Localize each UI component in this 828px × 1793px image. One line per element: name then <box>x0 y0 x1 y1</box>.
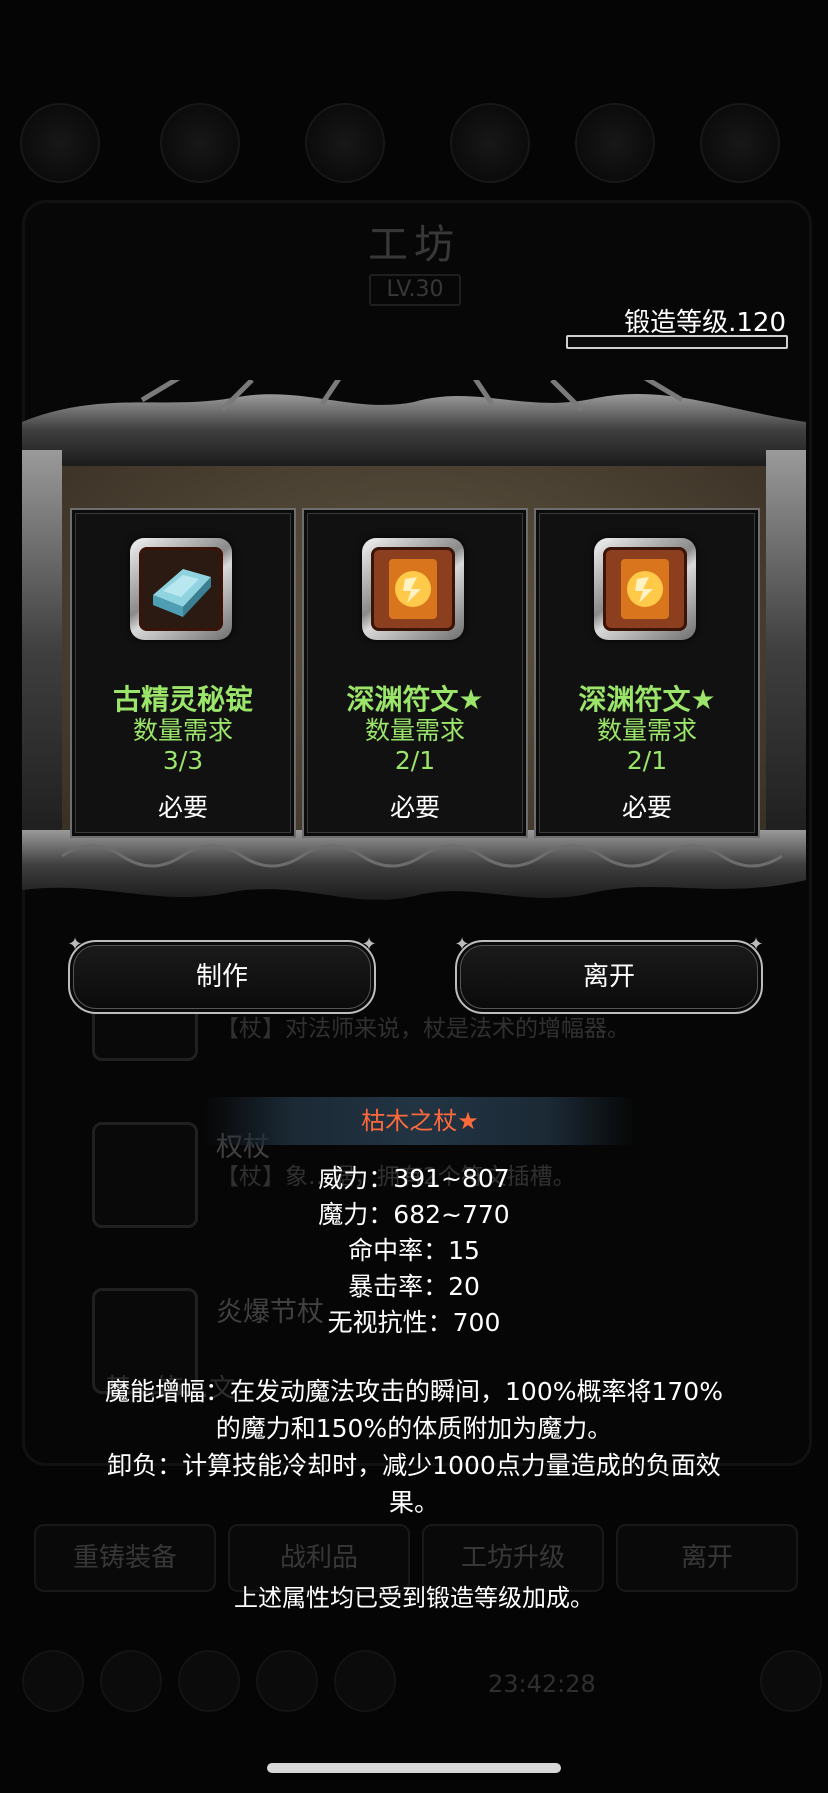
leave-button-label: 离开 <box>582 962 635 992</box>
material-count: 2/1 <box>394 746 436 775</box>
item-description: 【杖】对法师来说，杖是法术的增幅器。 <box>216 1016 630 1042</box>
menu-icon <box>700 103 780 183</box>
material-requirement-label: 数量需求 <box>364 716 465 745</box>
dock-icon <box>178 1650 240 1712</box>
material-card[interactable]: 深渊符文★ 数量需求 2/1 必要 <box>534 508 760 838</box>
material-requirement-label: 数量需求 <box>132 716 233 745</box>
rune-icon <box>594 538 696 640</box>
ornament-icon: ✦ <box>454 934 470 955</box>
stat-ignore-resist: 无视抗性：700 <box>327 1308 501 1337</box>
forge-progress-bar <box>566 335 788 349</box>
workshop-level-badge: LV.30 <box>369 274 461 306</box>
dock-icon <box>334 1650 396 1712</box>
ornament-icon: ✦ <box>67 934 83 955</box>
menu-icon <box>575 103 655 183</box>
menu-icon <box>305 103 385 183</box>
dock-icon <box>760 1650 822 1712</box>
menu-icon <box>160 103 240 183</box>
menu-icon <box>450 103 530 183</box>
menu-icon <box>20 103 100 183</box>
material-status: 必要 <box>389 793 440 822</box>
item-name-banner: 枯木之杖★ <box>205 1097 635 1145</box>
dock-timer: 23:42:28 <box>488 1670 596 1698</box>
stat-crit: 暴击率：20 <box>348 1272 480 1301</box>
skill-1-text: 魔能增幅：在发动魔法攻击的瞬间，100%概率将170%的魔力和150%的体质附加… <box>105 1377 723 1443</box>
dock-icon <box>100 1650 162 1712</box>
stat-magic: 魔力：682~770 <box>318 1200 510 1229</box>
material-count: 3/3 <box>162 746 204 775</box>
rune-icon <box>362 538 464 640</box>
ingot-icon <box>130 538 232 640</box>
game-screen: 工坊 LV.30 【杖】对法师来说，杖是法术的增幅器。 权杖 【杖】象…据，拥有… <box>0 0 828 1793</box>
dock-icon <box>22 1650 84 1712</box>
forge-bonus-note: 上述属性均已受到锻造等级加成。 <box>234 1584 594 1612</box>
stat-attack: 威力：391~807 <box>318 1164 510 1193</box>
stat-accuracy: 命中率：15 <box>348 1236 480 1265</box>
forge-level-label: 锻造等级.120 <box>624 308 786 338</box>
material-status: 必要 <box>157 793 208 822</box>
leave-button[interactable]: ✦ 离开 ✦ <box>454 934 764 1014</box>
dock-icon <box>256 1650 318 1712</box>
material-count: 2/1 <box>626 746 668 775</box>
craft-button-label: 制作 <box>195 962 248 992</box>
skill-descriptions: 魔能增幅：在发动魔法攻击的瞬间，100%概率将170%的魔力和150%的体质附加… <box>100 1373 728 1521</box>
material-status: 必要 <box>621 793 672 822</box>
ornament-icon: ✦ <box>748 934 764 955</box>
skill-2-text: 卸负：计算技能冷却时，减少1000点力量造成的负面效果。 <box>107 1451 721 1517</box>
home-indicator[interactable] <box>267 1763 561 1773</box>
workshop-title: 工坊 <box>368 222 460 268</box>
material-card[interactable]: 古精灵秘锭 数量需求 3/3 必要 <box>70 508 296 838</box>
material-requirement-label: 数量需求 <box>596 716 697 745</box>
ornament-icon: ✦ <box>361 934 377 955</box>
material-card[interactable]: 深渊符文★ 数量需求 2/1 必要 <box>302 508 528 838</box>
craft-button[interactable]: ✦ 制作 ✦ <box>67 934 377 1014</box>
top-icon-bar <box>0 95 828 185</box>
